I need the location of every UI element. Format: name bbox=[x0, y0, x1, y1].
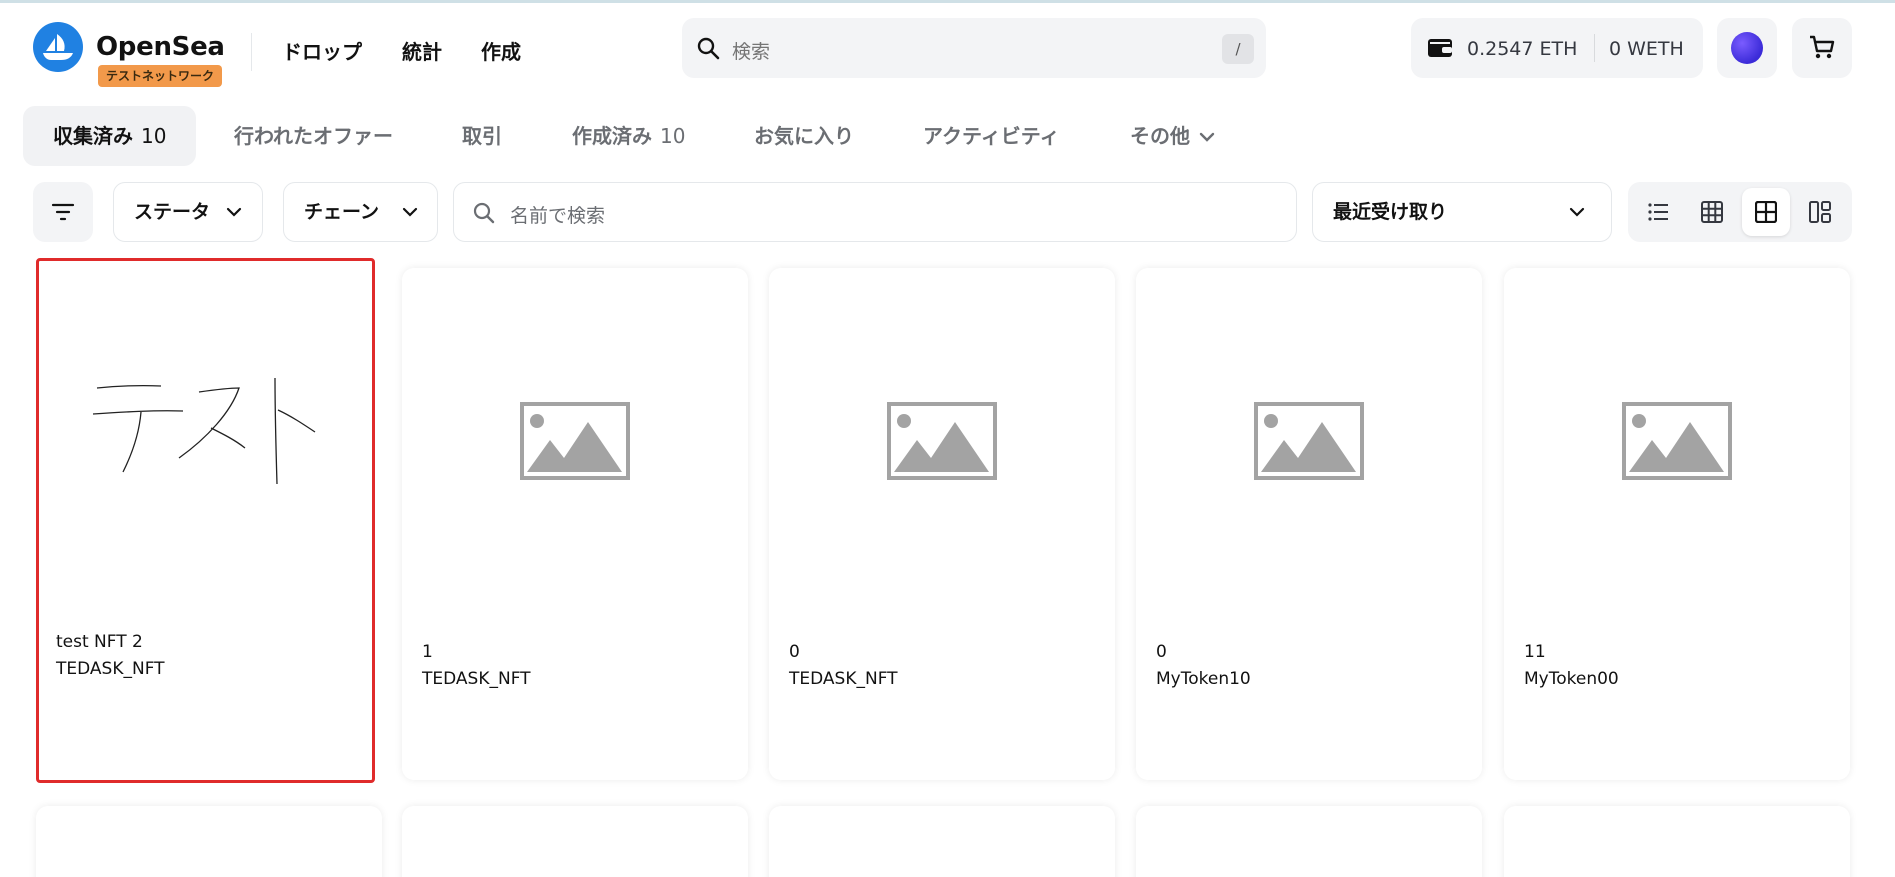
image-placeholder-icon bbox=[520, 402, 630, 480]
view-small-grid-button[interactable] bbox=[1688, 188, 1736, 236]
chevron-down-icon bbox=[226, 207, 242, 217]
nft-collection: MyToken10 bbox=[1156, 669, 1251, 689]
sort-dropdown[interactable]: 最近受け取り bbox=[1312, 182, 1612, 242]
chain-dropdown[interactable]: チェーン bbox=[283, 182, 438, 242]
nft-card[interactable]: 1 TEDASK_NFT bbox=[402, 268, 748, 780]
weth-balance: 0 WETH bbox=[1609, 38, 1684, 60]
nft-card-partial[interactable] bbox=[36, 806, 382, 877]
chevron-down-icon bbox=[1569, 207, 1585, 217]
nft-collection: MyToken00 bbox=[1524, 669, 1619, 689]
eth-balance: 0.2547 ETH bbox=[1467, 38, 1578, 60]
sort-dropdown-label: 最近受け取り bbox=[1333, 201, 1448, 223]
filter-toggle-button[interactable] bbox=[33, 182, 93, 242]
status-dropdown-label: ステータ bbox=[134, 201, 211, 223]
tab-activity[interactable]: アクティビティ bbox=[893, 106, 1090, 166]
nft-card[interactable]: 0 MyToken10 bbox=[1136, 268, 1482, 780]
search-shortcut-key: / bbox=[1222, 34, 1254, 64]
nft-card[interactable]: 11 MyToken00 bbox=[1504, 268, 1850, 780]
cart-icon bbox=[1810, 35, 1835, 59]
view-mode-toggle bbox=[1628, 182, 1852, 242]
chain-dropdown-label: チェーン bbox=[304, 201, 380, 223]
tab-count: 10 bbox=[141, 124, 167, 148]
tab-label: 取引 bbox=[462, 124, 502, 148]
chevron-down-icon bbox=[1199, 132, 1215, 142]
nft-name: 0 bbox=[789, 642, 800, 662]
tab-label: 行われたオファー bbox=[234, 124, 393, 148]
opensea-logo-icon[interactable] bbox=[33, 22, 83, 72]
view-large-grid-button[interactable] bbox=[1742, 188, 1790, 236]
nft-card-partial[interactable] bbox=[769, 806, 1115, 877]
nft-name: 11 bbox=[1524, 642, 1546, 662]
global-search-input[interactable]: 検索 / bbox=[682, 18, 1266, 78]
wallet-balance-button[interactable]: 0.2547 ETH 0 WETH bbox=[1411, 18, 1703, 78]
handwritten-test-drawing bbox=[92, 377, 316, 485]
tab-label: その他 bbox=[1130, 124, 1190, 148]
list-view-icon bbox=[1648, 203, 1668, 221]
masonry-icon bbox=[1809, 201, 1831, 223]
wallet-icon bbox=[1427, 37, 1453, 63]
nav-create[interactable]: 作成 bbox=[481, 36, 521, 65]
nft-card-partial[interactable] bbox=[1504, 806, 1850, 877]
tab-more[interactable]: その他 bbox=[1100, 106, 1245, 166]
cart-button[interactable] bbox=[1792, 18, 1852, 78]
profile-avatar-button[interactable] bbox=[1717, 18, 1777, 78]
small-grid-icon bbox=[1701, 201, 1723, 223]
chevron-down-icon bbox=[402, 207, 418, 217]
nft-collection: TEDASK_NFT bbox=[422, 669, 531, 689]
nft-name: 1 bbox=[422, 642, 433, 662]
view-list-button[interactable] bbox=[1634, 188, 1682, 236]
nft-card-partial[interactable] bbox=[1136, 806, 1482, 877]
tab-label: お気に入り bbox=[754, 124, 854, 148]
nft-collection: TEDASK_NFT bbox=[789, 669, 898, 689]
search-icon bbox=[696, 36, 720, 64]
tab-label: アクティビティ bbox=[923, 124, 1060, 148]
testnet-badge: テストネットワーク bbox=[98, 65, 223, 87]
nft-collection: TEDASK_NFT bbox=[56, 659, 165, 679]
tab-count: 10 bbox=[660, 124, 686, 148]
nft-card-partial[interactable] bbox=[402, 806, 748, 877]
status-dropdown[interactable]: ステータ bbox=[113, 182, 263, 242]
name-search-placeholder: 名前で検索 bbox=[510, 205, 606, 227]
nft-name: 0 bbox=[1156, 642, 1167, 662]
avatar bbox=[1731, 32, 1763, 64]
search-icon bbox=[472, 201, 496, 229]
image-placeholder-icon bbox=[887, 402, 997, 480]
tab-collected[interactable]: 収集済み 10 bbox=[23, 106, 197, 166]
tab-favorites[interactable]: お気に入り bbox=[724, 106, 884, 166]
nav-drops[interactable]: ドロップ bbox=[282, 36, 362, 65]
tab-deals[interactable]: 取引 bbox=[432, 106, 532, 166]
name-search-input[interactable]: 名前で検索 bbox=[453, 182, 1297, 242]
nft-card[interactable]: test NFT 2 TEDASK_NFT bbox=[36, 258, 375, 783]
large-grid-icon bbox=[1755, 201, 1777, 223]
wallet-divider bbox=[1594, 34, 1595, 62]
tab-label: 収集済み bbox=[53, 124, 133, 148]
image-placeholder-icon bbox=[1622, 402, 1732, 480]
tab-offers-made[interactable]: 行われたオファー bbox=[204, 106, 423, 166]
image-placeholder-icon bbox=[1254, 402, 1364, 480]
search-placeholder: 検索 bbox=[732, 41, 771, 63]
tab-label: 作成済み bbox=[572, 124, 652, 148]
logo-wordmark[interactable]: OpenSea bbox=[96, 32, 225, 62]
view-masonry-button[interactable] bbox=[1796, 188, 1844, 236]
header-divider bbox=[251, 33, 252, 71]
nft-card[interactable]: 0 TEDASK_NFT bbox=[769, 268, 1115, 780]
nft-name: test NFT 2 bbox=[56, 632, 143, 652]
filter-icon bbox=[51, 203, 75, 221]
tab-created[interactable]: 作成済み 10 bbox=[542, 106, 715, 166]
nav-stats[interactable]: 統計 bbox=[402, 36, 442, 65]
top-nav-bar: OpenSea テストネットワーク ドロップ 統計 作成 検索 / 0.2547… bbox=[0, 3, 1895, 89]
